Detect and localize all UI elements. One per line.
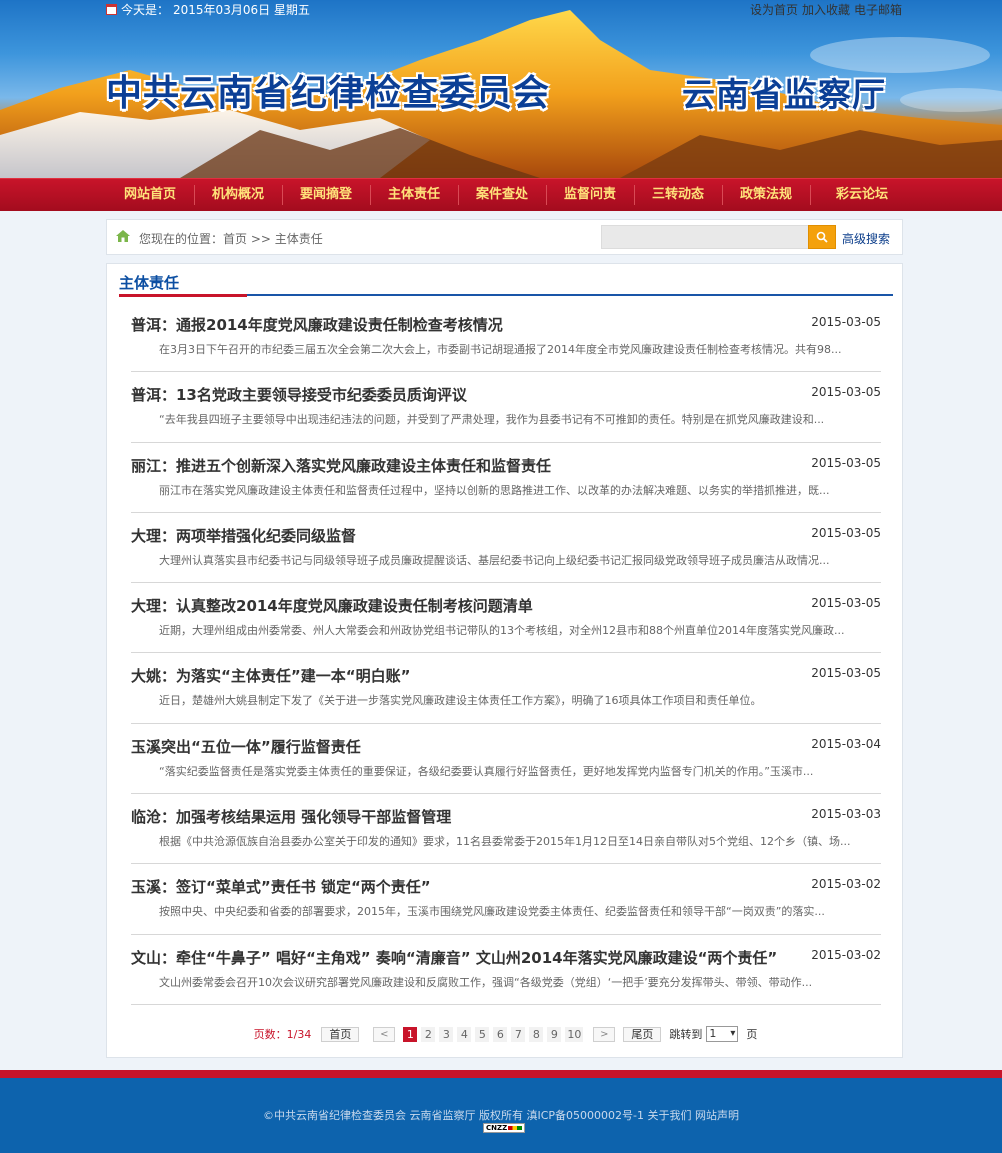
article-title-link[interactable]: 大理：认真整改2014年度党风廉政建设责任制考核问题清单 <box>131 595 533 616</box>
footer-accent-bar <box>0 1070 1002 1078</box>
page-number[interactable]: 7 <box>511 1026 526 1042</box>
article-summary: “去年我县四班子主要领导中出现违纪违法的问题，并受到了严肃处理，我作为县委书记有… <box>159 413 825 427</box>
stats-badge[interactable]: CNZZ <box>483 1123 525 1133</box>
section-divider-accent <box>119 294 247 297</box>
page-number[interactable]: 1 <box>403 1026 418 1042</box>
main-nav: 网站首页 机构概况 要闻摘登 主体责任 案件查处 监督问责 三转动态 政策法规 … <box>0 178 1002 211</box>
nav-item-cases[interactable]: 案件查处 <box>458 179 546 211</box>
search-button[interactable] <box>808 225 836 249</box>
home-icon <box>116 230 130 242</box>
nav-item-news[interactable]: 要闻摘登 <box>282 179 370 211</box>
article-date: 2015-03-05 <box>811 525 881 540</box>
email-link[interactable]: 电子邮箱 <box>854 1 902 18</box>
page-number[interactable]: 3 <box>439 1026 454 1042</box>
page-number[interactable]: 8 <box>529 1026 544 1042</box>
article-summary: 文山州委常委会召开10次会议研究部署党风廉政建设和反腐败工作，强调“各级党委（党… <box>159 975 813 989</box>
page-number[interactable]: 5 <box>475 1026 490 1042</box>
nav-item-policy[interactable]: 政策法规 <box>722 179 810 211</box>
copyright-text: ©中共云南省纪律检查委员会 云南省监察厅 版权所有 滇ICP备05000002号… <box>263 1109 739 1122</box>
article-date: 2015-03-05 <box>811 385 881 400</box>
list-item: 大理：两项举措强化纪委同级监督 2015-03-05 大理州认真落实县市纪委书记… <box>131 513 881 584</box>
jump-page-select[interactable]: 1 <box>706 1026 739 1042</box>
article-date: 2015-03-05 <box>811 666 881 681</box>
article-title-link[interactable]: 玉溪：签订“菜单式”责任书 锁定“两个责任” <box>131 876 431 897</box>
list-item: 大理：认真整改2014年度党风廉政建设责任制考核问题清单 2015-03-05 … <box>131 583 881 654</box>
top-links: 设为首页 加入收藏 电子邮箱 <box>750 1 902 18</box>
article-date: 2015-03-05 <box>811 455 881 470</box>
article-summary: 近期，大理州组成由州委常委、州人大常委会和州政协党组书记带队的13个考核组，对全… <box>159 624 845 638</box>
page-number[interactable]: 6 <box>493 1026 508 1042</box>
article-date: 2015-03-05 <box>811 596 881 611</box>
date-value: 2015年03月06日 星期五 <box>173 3 310 17</box>
nav-item-organization[interactable]: 机构概况 <box>194 179 282 211</box>
article-date: 2015-03-03 <box>811 807 881 822</box>
article-title-link[interactable]: 丽江：推进五个创新深入落实党风廉政建设主体责任和监督责任 <box>131 455 551 476</box>
nav-item-forum[interactable]: 彩云论坛 <box>810 179 914 211</box>
article-title-link[interactable]: 玉溪突出“五位一体”履行监督责任 <box>131 736 361 757</box>
nav-item-supervision[interactable]: 监督问责 <box>546 179 634 211</box>
article-date: 2015-03-05 <box>811 315 881 329</box>
breadcrumb: 您现在的位置：首页 >> 主体责任 <box>139 232 323 246</box>
article-title-link[interactable]: 普洱：13名党政主要领导接受市纪委委员质询评议 <box>131 384 467 405</box>
page-number[interactable]: 4 <box>457 1026 472 1042</box>
calendar-icon <box>106 4 117 15</box>
article-title-link[interactable]: 大理：两项举措强化纪委同级监督 <box>131 525 356 546</box>
footer: ©中共云南省纪律检查委员会 云南省监察厅 版权所有 滇ICP备05000002号… <box>0 1078 1002 1153</box>
site-subtitle: 云南省监察厅 <box>682 75 886 114</box>
jump-label: 跳转到 <box>669 1028 703 1041</box>
header-banner: 今天是： 2015年03月06日 星期五 设为首页 加入收藏 电子邮箱 中共云南… <box>0 0 1002 178</box>
list-item: 临沧：加强考核结果运用 强化领导干部监督管理 2015-03-03 根据《中共沧… <box>131 794 881 865</box>
article-summary: 按照中央、中央纪委和省委的部署要求，2015年，玉溪市围绕党风廉政建设党委主体责… <box>159 905 825 919</box>
article-title-link[interactable]: 普洱：通报2014年度党风廉政建设责任制检查考核情况 <box>131 314 503 335</box>
article-summary: 近日，楚雄州大姚县制定下发了《关于进一步落实党风廉政建设主体责任工作方案》，明确… <box>159 694 762 708</box>
section-title: 主体责任 <box>119 274 180 292</box>
next-page-button[interactable]: > <box>593 1026 616 1042</box>
nav-item-dynamics[interactable]: 三转动态 <box>634 179 722 211</box>
advanced-search-link[interactable]: 高级搜索 <box>842 230 890 247</box>
article-summary: “落实纪委监督责任是落实党委主体责任的重要保证，各级纪委要认真履行好监督责任，更… <box>159 764 814 778</box>
article-date: 2015-03-02 <box>811 947 881 962</box>
list-item: 玉溪突出“五位一体”履行监督责任 2015-03-04 “落实纪委监督责任是落实… <box>131 724 881 795</box>
breadcrumb-bar: 您现在的位置：首页 >> 主体责任 高级搜索 <box>106 219 903 255</box>
article-title-link[interactable]: 临沧：加强考核结果运用 强化领导干部监督管理 <box>131 806 451 827</box>
list-item: 丽江：推进五个创新深入落实党风廉政建设主体责任和监督责任 2015-03-05 … <box>131 443 881 513</box>
date-display: 今天是： 2015年03月06日 星期五 <box>106 1 310 18</box>
pagination: 页数：1/34 首页 < 1 2 3 4 5 6 7 8 9 10 > 尾页 跳… <box>107 1026 904 1042</box>
first-page-button[interactable]: 首页 <box>321 1026 360 1042</box>
list-item: 普洱：通报2014年度党风廉政建设责任制检查考核情况 2015-03-05 在3… <box>131 302 881 373</box>
site-title: 中共云南省纪律检查委员会 <box>106 73 551 114</box>
article-title-link[interactable]: 大姚：为落实“主体责任”建一本“明白账” <box>131 665 410 686</box>
search-input[interactable] <box>601 225 809 249</box>
page-number[interactable]: 2 <box>421 1026 436 1042</box>
article-date: 2015-03-04 <box>811 736 881 751</box>
article-summary: 根据《中共沧源佤族自治县委办公室关于印发的通知》要求，11名县委常委于2015年… <box>159 835 851 849</box>
nav-item-main-responsibility[interactable]: 主体责任 <box>370 179 458 211</box>
list-item: 玉溪：签订“菜单式”责任书 锁定“两个责任” 2015-03-02 按照中央、中… <box>131 864 881 935</box>
add-favorite-link[interactable]: 加入收藏 <box>802 1 850 18</box>
list-item: 文山：牵住“牛鼻子” 唱好“主角戏” 奏响“清廉音” 文山州2014年落实党风廉… <box>131 935 881 1005</box>
page-number[interactable]: 9 <box>547 1026 562 1042</box>
jump-suffix: 页 <box>746 1028 758 1041</box>
article-summary: 大理州认真落实县市纪委书记与同级领导班子成员廉政提醒谈话、基层纪委书记向上级纪委… <box>159 553 830 567</box>
article-list-panel: 主体责任 普洱：通报2014年度党风廉政建设责任制检查考核情况 2015-03-… <box>106 263 903 1058</box>
last-page-button[interactable]: 尾页 <box>623 1026 662 1042</box>
search-icon <box>816 231 828 243</box>
article-date: 2015-03-02 <box>811 877 881 892</box>
set-homepage-link[interactable]: 设为首页 <box>750 1 798 18</box>
list-item: 大姚：为落实“主体责任”建一本“明白账” 2015-03-05 近日，楚雄州大姚… <box>131 653 881 724</box>
article-title-link[interactable]: 文山：牵住“牛鼻子” 唱好“主角戏” 奏响“清廉音” 文山州2014年落实党风廉… <box>131 947 777 968</box>
date-label: 今天是： <box>121 3 170 17</box>
article-list: 普洱：通报2014年度党风廉政建设责任制检查考核情况 2015-03-05 在3… <box>131 302 881 1005</box>
page-number[interactable]: 10 <box>565 1026 584 1042</box>
article-summary: 在3月3日下午召开的市纪委三届五次全会第二次大会上，市委副书记胡琨通报了2014… <box>159 343 842 356</box>
top-bar: 今天是： 2015年03月06日 星期五 设为首页 加入收藏 电子邮箱 <box>0 0 1002 18</box>
article-summary: 丽江市在落实党风廉政建设主体责任和监督责任过程中，坚持以创新的思路推进工作、以改… <box>159 483 830 497</box>
page-count: 页数：1/34 <box>253 1028 312 1041</box>
nav-item-home[interactable]: 网站首页 <box>106 179 194 211</box>
list-item: 普洱：13名党政主要领导接受市纪委委员质询评议 2015-03-05 “去年我县… <box>131 372 881 443</box>
prev-page-button[interactable]: < <box>373 1026 396 1042</box>
